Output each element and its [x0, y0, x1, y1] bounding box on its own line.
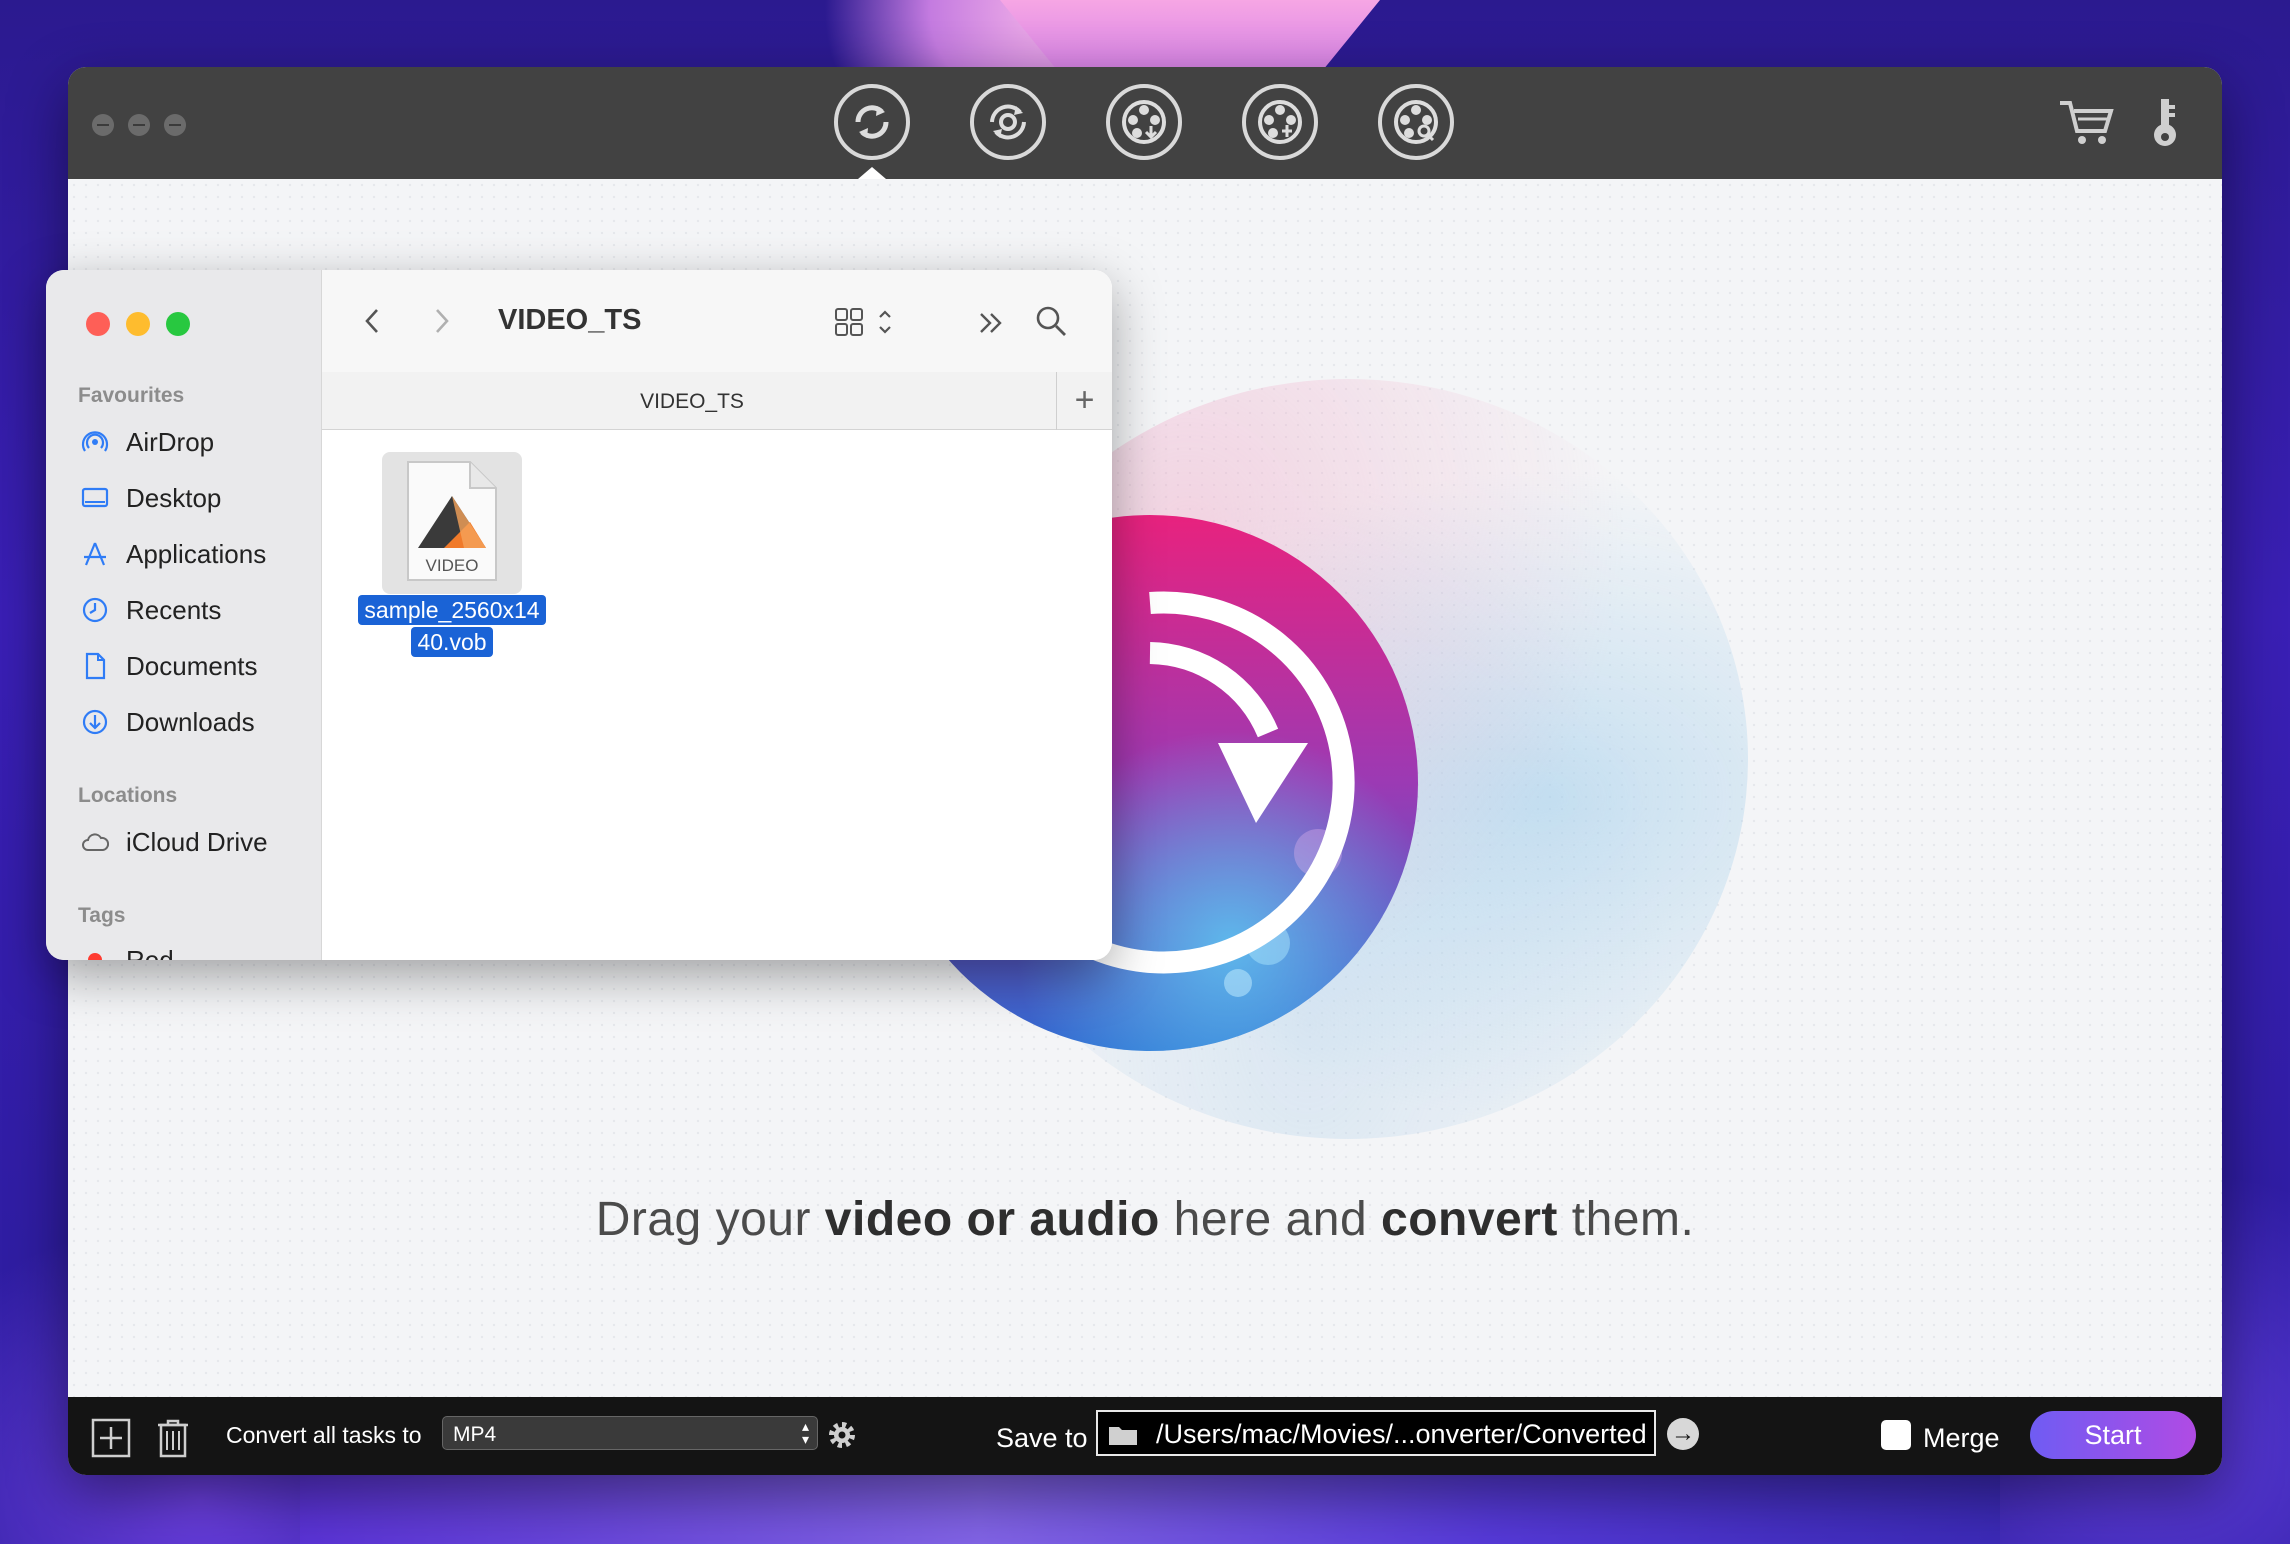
cart-icon[interactable] [2058, 97, 2116, 147]
convert-icon [855, 105, 889, 139]
file-type-badge: VIDEO [425, 556, 479, 575]
film-compress-icon [1258, 100, 1302, 144]
file-name-line-2[interactable]: 40.vob [348, 626, 556, 658]
output-path-field[interactable]: /Users/mac/Movies/...onverter/Converted [1096, 1410, 1656, 1456]
convert-tab[interactable] [834, 84, 910, 160]
sidebar-item-desktop[interactable]: Desktop [80, 478, 221, 518]
sidebar-item-icloud[interactable]: iCloud Drive [80, 822, 268, 862]
back-chevron-icon[interactable] [358, 306, 388, 336]
download-tab[interactable] [1106, 84, 1182, 160]
finder-tab-bar: VIDEO_TS + [322, 372, 1112, 430]
new-tab-button[interactable]: + [1056, 372, 1112, 430]
document-icon [85, 652, 106, 680]
format-value: MP4 [453, 1423, 497, 1446]
merge-label: Merge [1923, 1423, 2000, 1453]
add-file-icon[interactable] [90, 1417, 132, 1459]
download-icon [82, 709, 108, 735]
convert-all-label: Convert all tasks to [226, 1422, 422, 1448]
bottom-bar: Convert all tasks to MP4 ▴ ▾ Save to /User… [68, 1397, 2222, 1475]
compress-tab[interactable] [1242, 84, 1318, 160]
sidebar-item-recents[interactable]: Recents [80, 590, 221, 630]
tags-heading: Tags [78, 904, 126, 927]
wallpaper-ray [300, 1470, 2000, 1544]
rotate-tab[interactable] [970, 84, 1046, 160]
drop-hint: Drag your video or audio here and conver… [595, 1193, 1695, 1246]
clock-icon [82, 597, 108, 623]
file-name-line-1[interactable]: sample_2560x14 [348, 594, 556, 626]
sidebar-item-documents[interactable]: Documents [80, 646, 258, 686]
zoom-button[interactable] [164, 114, 186, 136]
red-tag-icon [88, 953, 102, 960]
folder-title: VIDEO_TS [498, 304, 642, 336]
airdrop-icon [81, 431, 109, 452]
locations-heading: Locations [78, 784, 178, 807]
finder-close-button[interactable] [86, 312, 110, 336]
save-to-label: Save to [996, 1423, 1088, 1453]
finder-sidebar: Favourites AirDrop Desktop Applications … [46, 270, 322, 960]
film-download-icon [1122, 100, 1166, 144]
tab-video-ts[interactable]: VIDEO_TS [322, 390, 1062, 414]
grid-view-icon[interactable] [834, 306, 898, 338]
merge-checkbox[interactable] [1881, 1420, 1911, 1450]
search-icon[interactable] [1034, 304, 1068, 338]
sidebar-item-applications[interactable]: Applications [80, 534, 266, 574]
file-icon-tile[interactable]: VIDEO [382, 452, 522, 594]
cloud-icon [82, 833, 109, 851]
applications-icon [84, 542, 106, 566]
start-button[interactable]: Start [2030, 1411, 2196, 1459]
format-select[interactable]: MP4 ▴ ▾ [442, 1416, 818, 1450]
minimize-button[interactable] [128, 114, 150, 136]
open-folder-arrow-icon[interactable]: → [1667, 1418, 1699, 1450]
settings-gear-icon[interactable] [826, 1419, 858, 1451]
film-edit-icon [1394, 100, 1438, 144]
finder-window: Favourites AirDrop Desktop Applications … [46, 270, 1112, 960]
rotate-icon [990, 104, 1026, 140]
output-path: /Users/mac/Movies/...onverter/Converted [1156, 1419, 1647, 1449]
desktop-icon [81, 487, 109, 508]
finder-toolbar: VIDEO_TS [322, 270, 1112, 372]
trash-icon[interactable] [152, 1417, 194, 1459]
sidebar-item-tag-red[interactable]: Red [80, 940, 174, 960]
finder-main: VIDEO_TS VIDEO_TS + VIDEO sample_2560x14… [322, 270, 1112, 960]
wallpaper-ray [1000, 0, 1380, 70]
key-icon[interactable] [2150, 97, 2180, 149]
title-bar [68, 67, 2222, 179]
finder-minimize-button[interactable] [126, 312, 150, 336]
finder-zoom-button[interactable] [166, 312, 190, 336]
folder-icon [1109, 1427, 1137, 1445]
sidebar-item-airdrop[interactable]: AirDrop [80, 422, 214, 462]
edit-tab[interactable] [1378, 84, 1454, 160]
select-chevron-icon: ▴ ▾ [801, 1418, 809, 1447]
active-tab-indicator [858, 167, 886, 179]
forward-chevron-icon[interactable] [426, 306, 456, 336]
more-chevrons-icon[interactable] [976, 308, 1008, 338]
sidebar-item-downloads[interactable]: Downloads [80, 702, 255, 742]
favourites-heading: Favourites [78, 384, 185, 407]
close-button[interactable] [92, 114, 114, 136]
